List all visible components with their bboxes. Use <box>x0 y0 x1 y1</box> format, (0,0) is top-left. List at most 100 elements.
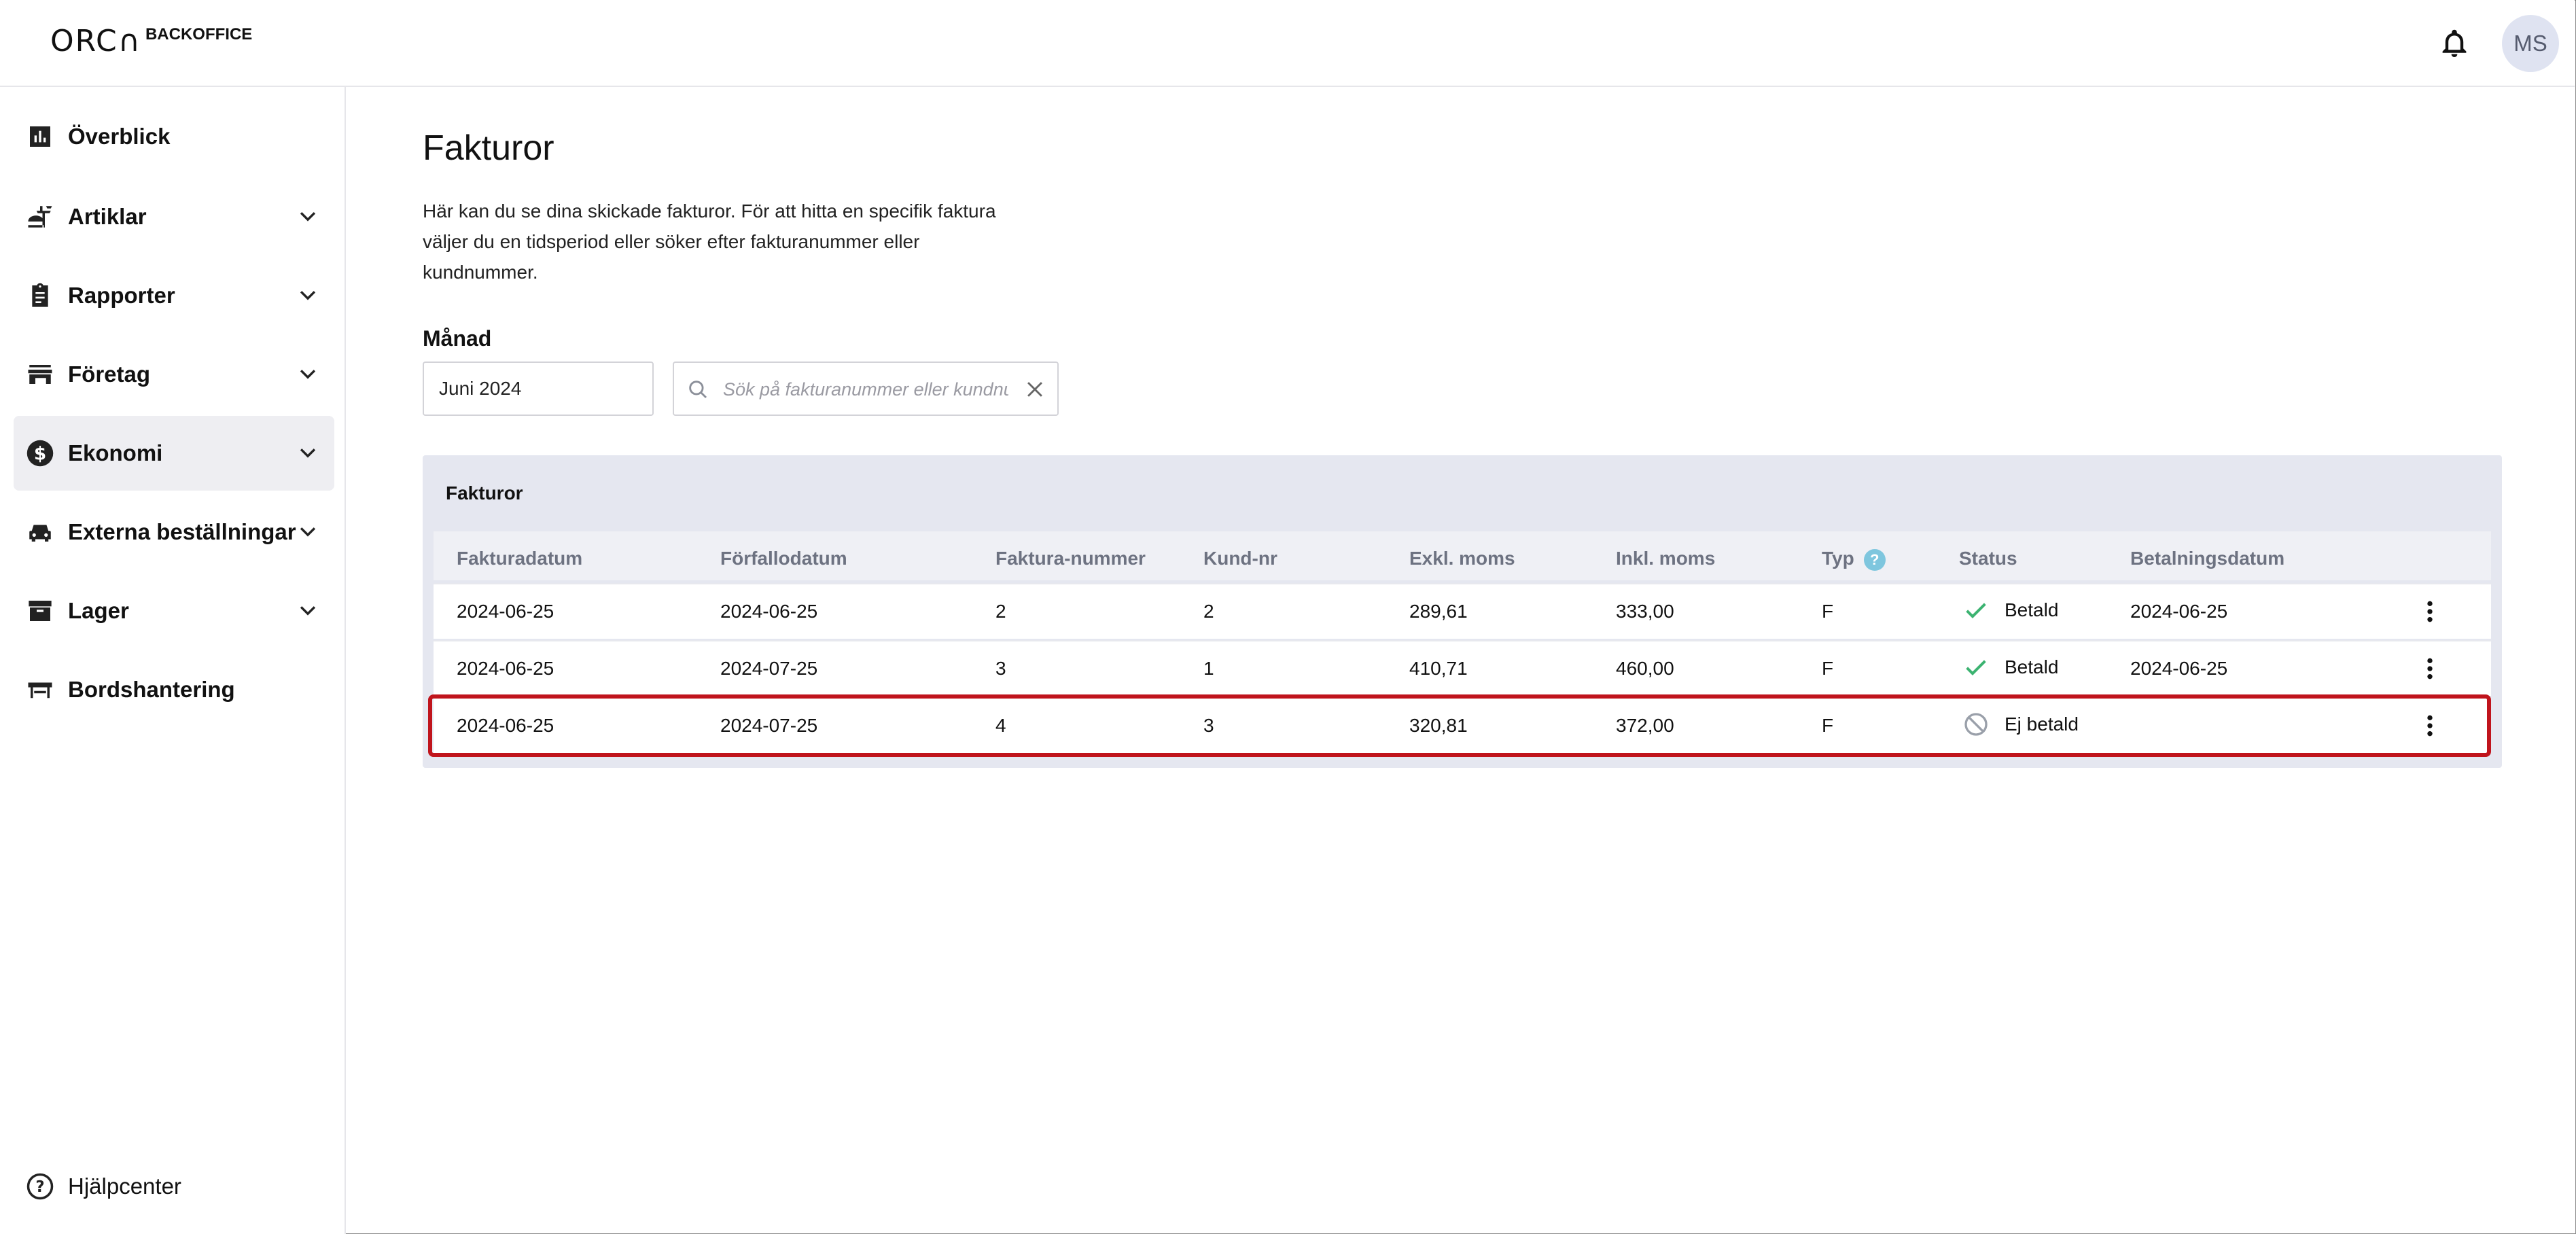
table-title: Fakturor <box>446 482 523 504</box>
column-header-status[interactable]: Status <box>1959 548 2017 569</box>
bar-chart-icon <box>26 122 54 151</box>
status-text: Betald <box>2005 599 2059 620</box>
search-input[interactable] <box>722 374 1010 405</box>
chevron-down-icon <box>300 291 316 300</box>
svg-text:$: $ <box>34 444 46 465</box>
table-row[interactable]: 2024-06-25 2024-07-25 3 1 410,71 460,00 … <box>434 640 2491 696</box>
sidebar-item-label: Lager <box>68 598 129 623</box>
cell-type: F <box>1822 601 1834 622</box>
cell-type: F <box>1822 715 1834 736</box>
svg-text:?: ? <box>35 1178 44 1196</box>
sidebar: Överblick Artiklar Rapporter Företag $ E… <box>0 87 346 1234</box>
cell-customer-number: 3 <box>1203 715 1214 736</box>
search-field[interactable] <box>673 362 1059 416</box>
cell-invoice-number: 4 <box>995 715 1006 736</box>
archive-icon <box>26 597 54 625</box>
cell-payment-date: 2024-06-25 <box>2130 601 2228 622</box>
cell-excl-vat: 410,71 <box>1409 658 1468 679</box>
top-bar: ORC∩ BACKOFFICE MS <box>0 0 2575 87</box>
status-badge: Ej betald <box>1962 711 2079 738</box>
status-text: Betald <box>2005 656 2059 677</box>
page-description: Här kan du se dina skickade fakturor. Fö… <box>423 200 996 283</box>
column-header-payment-date[interactable]: Betalningsdatum <box>2130 548 2284 569</box>
status-badge: Betald <box>1962 654 2058 681</box>
cell-invoice-date: 2024-06-25 <box>457 715 554 736</box>
logo-mark: ORC∩ <box>50 24 141 58</box>
sidebar-item-foretag[interactable]: Företag <box>14 337 334 412</box>
food-icon <box>26 202 54 231</box>
notification-bell-icon[interactable] <box>2438 27 2471 60</box>
cell-invoice-number: 2 <box>995 601 1006 622</box>
sidebar-item-rapporter[interactable]: Rapporter <box>14 258 334 333</box>
cell-customer-number: 2 <box>1203 601 1214 622</box>
cell-type: F <box>1822 658 1834 679</box>
column-header-customer-number[interactable]: Kund-nr <box>1203 548 1277 569</box>
sidebar-item-artiklar[interactable]: Artiklar <box>14 179 334 254</box>
column-header-invoice-number[interactable]: Faktura-nummer <box>995 548 1146 569</box>
car-icon <box>26 518 54 546</box>
logo-text: BACKOFFICE <box>145 25 253 43</box>
sidebar-item-bordshantering[interactable]: Bordshantering <box>14 652 334 727</box>
cell-due-date: 2024-06-25 <box>720 601 818 622</box>
more-options-icon[interactable] <box>2416 712 2443 739</box>
column-header-type[interactable]: Typ? <box>1822 548 1886 571</box>
chevron-down-icon <box>300 370 316 379</box>
search-icon <box>689 381 707 399</box>
column-header-invoice-date[interactable]: Fakturadatum <box>457 548 582 569</box>
table-header: Fakturadatum Förfallodatum Faktura-numme… <box>434 531 2491 580</box>
cell-incl-vat: 460,00 <box>1616 658 1674 679</box>
table-icon <box>26 675 54 704</box>
help-badge-icon[interactable]: ? <box>1863 548 1886 571</box>
logo[interactable]: ORC∩ BACKOFFICE <box>50 24 252 58</box>
column-header-incl-vat[interactable]: Inkl. moms <box>1616 548 1715 569</box>
chevron-down-icon <box>300 527 316 537</box>
invoices-table-card: Fakturor Fakturadatum Förfallodatum Fakt… <box>423 455 2502 768</box>
sidebar-item-label: Företag <box>68 362 151 387</box>
sidebar-item-label: Överblick <box>68 124 171 149</box>
type-label: Typ <box>1822 548 1854 569</box>
help-center-link[interactable]: ? Hjälpcenter <box>14 1166 181 1207</box>
table-row[interactable]: 2024-06-25 2024-07-25 4 3 320,81 372,00 … <box>434 697 2491 753</box>
month-label: Månad <box>423 326 492 351</box>
sidebar-item-label: Ekonomi <box>68 440 163 465</box>
status-text: Ej betald <box>2005 713 2079 735</box>
cell-excl-vat: 320,81 <box>1409 715 1468 736</box>
check-icon <box>1966 603 1986 618</box>
clear-icon[interactable] <box>1023 378 1046 401</box>
blocked-icon <box>1964 713 1988 736</box>
cell-invoice-date: 2024-06-25 <box>457 601 554 622</box>
table-row[interactable]: 2024-06-25 2024-06-25 2 2 289,61 333,00 … <box>434 583 2491 639</box>
avatar[interactable]: MS <box>2502 15 2559 72</box>
sidebar-item-externa-bestallningar[interactable]: Externa beställningar <box>14 495 334 569</box>
help-center-label: Hjälpcenter <box>68 1174 181 1199</box>
more-options-icon[interactable] <box>2416 655 2443 682</box>
sidebar-item-ekonomi[interactable]: $ Ekonomi <box>14 416 334 491</box>
sidebar-item-label: Artiklar <box>68 204 147 229</box>
dollar-icon: $ <box>26 439 54 468</box>
sidebar-item-label: Externa beställningar <box>68 519 296 544</box>
cell-payment-date: 2024-06-25 <box>2130 658 2228 679</box>
sidebar-item-lager[interactable]: Lager <box>14 574 334 648</box>
page-title: Fakturor <box>423 128 554 168</box>
cell-invoice-date: 2024-06-25 <box>457 658 554 679</box>
cell-due-date: 2024-07-25 <box>720 658 818 679</box>
cell-excl-vat: 289,61 <box>1409 601 1468 622</box>
help-circle-icon: ? <box>26 1172 54 1201</box>
cell-due-date: 2024-07-25 <box>720 715 818 736</box>
column-header-due-date[interactable]: Förfallodatum <box>720 548 847 569</box>
sidebar-item-label: Bordshantering <box>68 677 235 702</box>
column-header-excl-vat[interactable]: Exkl. moms <box>1409 548 1515 569</box>
cell-incl-vat: 333,00 <box>1616 601 1674 622</box>
clipboard-icon <box>26 281 54 310</box>
chevron-down-icon <box>300 606 316 616</box>
cell-customer-number: 1 <box>1203 658 1214 679</box>
check-icon <box>1966 660 1986 675</box>
chevron-down-icon <box>300 212 316 222</box>
sidebar-item-overblick[interactable]: Överblick <box>14 99 334 174</box>
cell-invoice-number: 3 <box>995 658 1006 679</box>
store-icon <box>26 360 54 389</box>
cell-incl-vat: 372,00 <box>1616 715 1674 736</box>
more-options-icon[interactable] <box>2416 598 2443 625</box>
month-picker[interactable] <box>423 362 654 416</box>
sidebar-item-label: Rapporter <box>68 283 175 308</box>
